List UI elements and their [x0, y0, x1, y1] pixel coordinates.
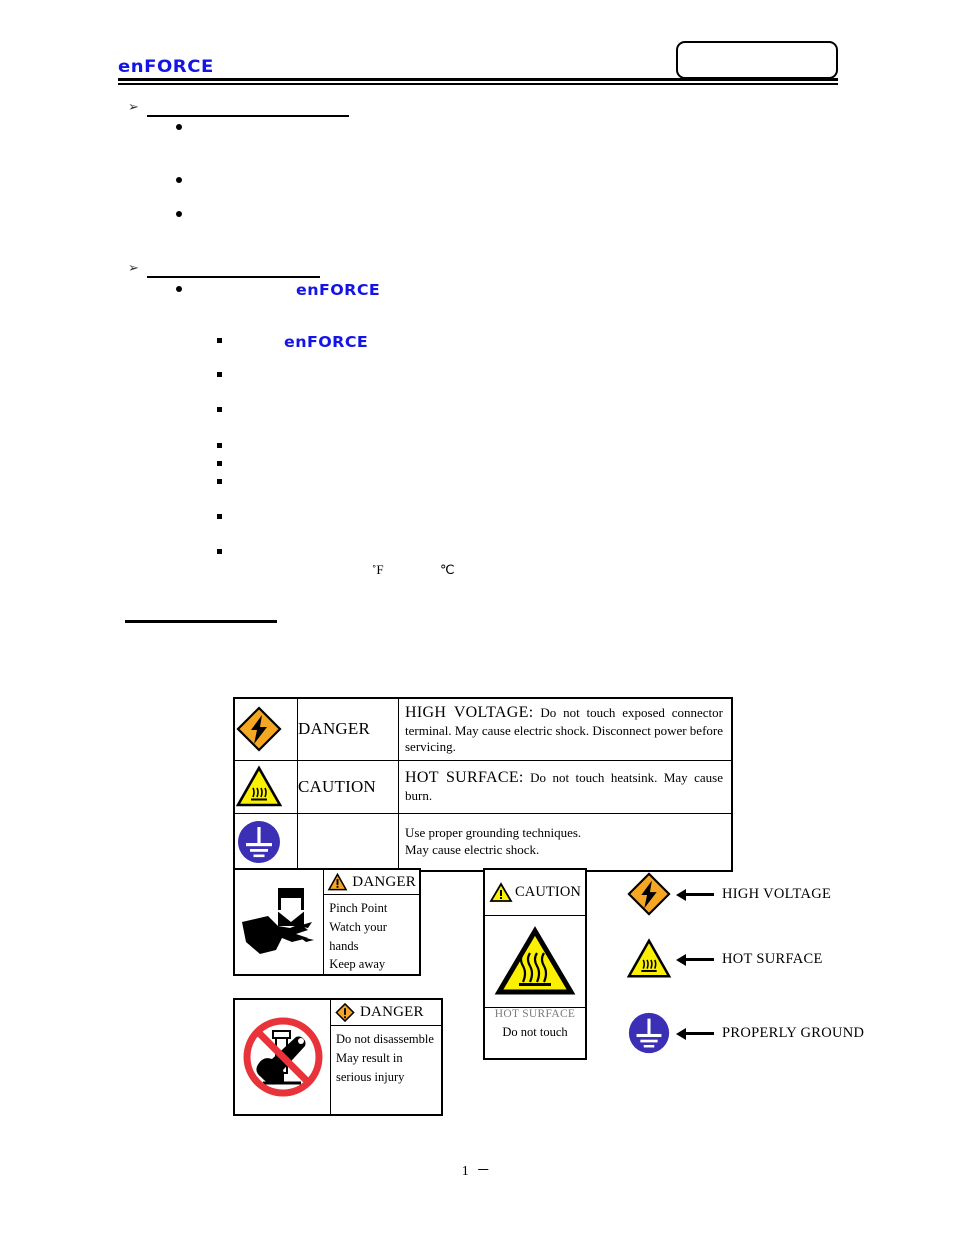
- high-voltage-diamond-icon: [626, 871, 672, 917]
- warning-triangle-icon: [327, 872, 348, 892]
- pinch-line-1: Pinch Point: [329, 901, 388, 915]
- disassemble-line-2: May result in: [336, 1050, 403, 1065]
- disassemble-line-3: serious injury: [336, 1069, 405, 1084]
- legend-item-properly-ground: PROPERLY GROUND: [626, 1010, 864, 1056]
- table-row: CAUTION HOT SURFACE: Do not touch heatsi…: [233, 759, 733, 814]
- header-rule-thick: [118, 78, 838, 81]
- hot-surface-caution-word: CAUTION: [515, 884, 581, 900]
- disassemble-line-1: Do not disassemble: [336, 1032, 434, 1046]
- high-voltage-diamond-icon: [233, 697, 298, 761]
- labels-section-heading-rule: [125, 620, 277, 623]
- page-number: 1 －: [461, 1164, 493, 1179]
- ground-signal-word: [297, 812, 399, 871]
- section-2-sub-5-marker: [217, 461, 222, 466]
- header-title-box: [676, 41, 838, 79]
- fahrenheit-symbol: ˚F: [372, 562, 384, 577]
- section-2-sub-1-marker: [217, 338, 222, 343]
- no-disassembly-icon: [235, 1000, 331, 1114]
- legend-label-high-voltage: HIGH VOLTAGE: [722, 885, 832, 902]
- pinch-line-2: Watch your hands: [329, 919, 387, 953]
- protective-ground-circle-icon: [233, 812, 298, 871]
- warning-diamond-icon: [334, 1002, 356, 1023]
- section-1-heading-rule: [147, 115, 349, 117]
- section-1-bullet-3-marker: [176, 211, 182, 217]
- table-row: Use proper grounding techniques. May cau…: [233, 812, 733, 871]
- hot-surface-triangle-icon: [626, 937, 672, 981]
- ground-description: Use proper grounding techniques. May cau…: [398, 812, 733, 871]
- hot-surface-caption-bottom: Do not touch: [502, 1025, 568, 1039]
- hot-surface-description: HOT SURFACE: Do not touch heatsink. May …: [398, 759, 733, 814]
- protective-ground-circle-icon: [626, 1010, 672, 1056]
- header-rule-thin: [118, 83, 838, 85]
- hot-surface-caption-top: HOT SURFACE: [494, 1008, 576, 1020]
- legend-item-hot-surface: HOT SURFACE: [626, 937, 823, 981]
- section-2-heading-rule: [147, 276, 320, 278]
- pinch-danger-word: DANGER: [352, 873, 416, 890]
- pinch-line-3: Keep away: [329, 957, 386, 972]
- section-2-bullet-1-marker: [176, 286, 182, 292]
- section-1-arrow-marker: ➢: [128, 100, 139, 115]
- celsius-symbol: ℃: [440, 562, 455, 577]
- arrow-left-icon: [676, 952, 716, 966]
- warning-triangle-icon: [489, 881, 513, 904]
- pinch-point-label: DANGER Pinch Point Watch your hands Keep…: [233, 868, 421, 976]
- hot-surface-triangle-icon: [233, 759, 298, 814]
- high-voltage-lead: HIGH VOLTAGE:: [405, 704, 534, 721]
- legend-label-hot-surface: HOT SURFACE: [722, 950, 823, 967]
- section-2-sub-2-marker: [217, 372, 222, 377]
- section-1-bullet-2-marker: [176, 177, 182, 183]
- arrow-left-icon: [676, 1026, 716, 1040]
- hot-surface-triangle-icon: [485, 916, 585, 1008]
- pinch-point-hand-icon: [235, 870, 325, 974]
- legend-item-high-voltage: HIGH VOLTAGE: [626, 871, 831, 917]
- header-logo: enFORCE: [118, 57, 214, 77]
- disassemble-danger-word: DANGER: [360, 1004, 424, 1020]
- section-2-sub-7-marker: [217, 514, 222, 519]
- legend-label-properly-ground: PROPERLY GROUND: [722, 1024, 865, 1041]
- hot-surface-lead: HOT SURFACE:: [405, 769, 524, 787]
- section-2-sub-8-marker: [217, 549, 222, 554]
- section-2-sub-4-marker: [217, 443, 222, 448]
- section-2-arrow-marker: ➢: [128, 261, 139, 276]
- section-2-sub-6-marker: [217, 479, 222, 484]
- ground-line-2: May cause electric shock.: [405, 841, 540, 857]
- ground-line-1: Use proper grounding techniques.: [405, 825, 582, 841]
- caution-signal-word: CAUTION: [297, 759, 399, 814]
- hot-surface-label: CAUTION HOT SURFACE Do not touch: [483, 868, 587, 1060]
- warning-table: DANGER HIGH VOLTAGE: Do not touch expose…: [233, 697, 733, 872]
- inline-logo-2: enFORCE: [284, 333, 369, 351]
- inline-logo-1: enFORCE: [296, 281, 381, 299]
- high-voltage-description: HIGH VOLTAGE: Do not touch exposed conne…: [398, 697, 733, 761]
- danger-signal-word: DANGER: [297, 697, 399, 761]
- arrow-left-icon: [676, 887, 716, 901]
- section-2-sub-3-marker: [217, 407, 222, 412]
- section-1-bullet-1-marker: [176, 124, 182, 130]
- document-page: enFORCE ➢ ➢ enFORCE enFORCE ˚F ℃ DANGER …: [0, 0, 954, 1235]
- table-row: DANGER HIGH VOLTAGE: Do not touch expose…: [233, 697, 733, 761]
- do-not-disassemble-label: DANGER Do not disassemble May result in …: [233, 998, 443, 1116]
